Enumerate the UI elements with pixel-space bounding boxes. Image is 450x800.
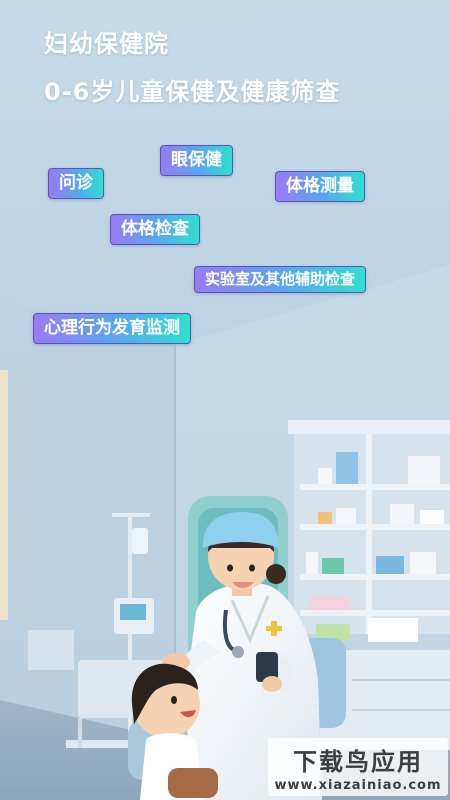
page-title: 妇幼保健院 [44,30,169,58]
tag-psych-development[interactable]: 心理行为发育监测 [33,313,191,344]
tag-eye-care[interactable]: 眼保健 [160,145,233,176]
watermark-cn: 下载鸟应用 [293,748,423,776]
clinic-illustration [0,0,450,800]
tag-physical-exam[interactable]: 体格检查 [110,214,200,245]
page-subtitle: 0-6岁儿童保健及健康筛查 [44,78,341,106]
watermark: 下载鸟应用 www.xiazainiao.com [268,738,448,796]
tag-body-measurement[interactable]: 体格测量 [275,171,365,202]
watermark-url: www.xiazainiao.com [274,778,442,793]
tag-consultation[interactable]: 问诊 [48,168,104,199]
promo-screen: 妇幼保健院 0-6岁儿童保健及健康筛查 眼保健 问诊 体格测量 体格检查 实验室… [0,0,450,800]
tag-lab-tests[interactable]: 实验室及其他辅助检查 [194,266,367,293]
